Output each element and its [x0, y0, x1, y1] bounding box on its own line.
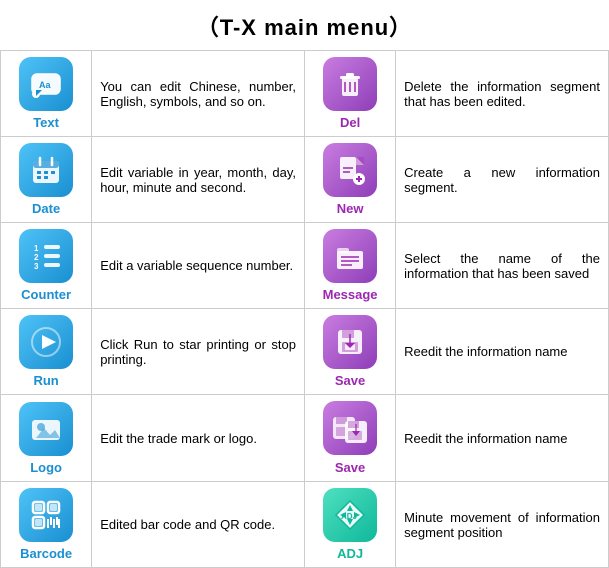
del-label: Del [313, 115, 387, 130]
page-title: （T-X main menu） [0, 0, 609, 50]
save1-icon [323, 315, 377, 369]
message-icon-cell: Message [304, 223, 395, 309]
table-row: Date Edit variable in year, month, day, … [1, 137, 609, 223]
new-icon [323, 143, 377, 197]
svg-text:Aa: Aa [39, 80, 51, 90]
save1-desc: Reedit the information name [396, 309, 609, 395]
save2-icon-cell: Save [304, 395, 395, 482]
save2-desc: Reedit the information name [396, 395, 609, 482]
counter-label: Counter [9, 287, 83, 302]
date-desc: Edit variable in year, month, day, hour,… [92, 137, 305, 223]
message-label: Message [313, 287, 387, 302]
adj-desc: Minute movement of information segment p… [396, 482, 609, 568]
run-icon-cell: Run [1, 309, 92, 395]
save2-icon [323, 401, 377, 455]
save2-label: Save [313, 460, 387, 475]
new-desc: Create a new information segment. [396, 137, 609, 223]
save1-icon-cell: Save [304, 309, 395, 395]
barcode-desc: Edited bar code and QR code. [92, 482, 305, 568]
run-icon [19, 315, 73, 369]
barcode-icon-cell: Barcode [1, 482, 92, 568]
main-grid: Aa Text You can edit Chinese, number, En… [0, 50, 609, 568]
table-row: Barcode Edited bar code and QR code. ADJ… [1, 482, 609, 568]
svg-text:1: 1 [34, 244, 39, 253]
text-icon-cell: Aa Text [1, 51, 92, 137]
text-desc: You can edit Chinese, number, English, s… [92, 51, 305, 137]
counter-icon-cell: 1 2 3 Counter [1, 223, 92, 309]
new-icon-cell: New [304, 137, 395, 223]
run-label: Run [9, 373, 83, 388]
text-label: Text [9, 115, 83, 130]
svg-text:3: 3 [34, 262, 39, 271]
table-row: Aa Text You can edit Chinese, number, En… [1, 51, 609, 137]
message-desc: Select the name of the information that … [396, 223, 609, 309]
table-row: Logo Edit the trade mark or logo. Save R [1, 395, 609, 482]
barcode-label: Barcode [9, 546, 83, 561]
logo-label: Logo [9, 460, 83, 475]
svg-text:2: 2 [34, 253, 39, 262]
logo-icon-cell: Logo [1, 395, 92, 482]
run-desc: Click Run to star printing or stop print… [92, 309, 305, 395]
message-icon [323, 229, 377, 283]
save1-label: Save [313, 373, 387, 388]
counter-icon: 1 2 3 [19, 229, 73, 283]
logo-desc: Edit the trade mark or logo. [92, 395, 305, 482]
barcode-icon [19, 488, 73, 542]
date-label: Date [9, 201, 83, 216]
counter-desc: Edit a variable sequence number. [92, 223, 305, 309]
del-desc: Delete the information segment that has … [396, 51, 609, 137]
text-icon: Aa [19, 57, 73, 111]
del-icon-cell: Del [304, 51, 395, 137]
adj-label: ADJ [313, 546, 387, 561]
adj-icon-cell: ADJ ADJ [304, 482, 395, 568]
table-row: Run Click Run to star printing or stop p… [1, 309, 609, 395]
adj-icon: ADJ [323, 488, 377, 542]
date-icon [19, 143, 73, 197]
del-icon [323, 57, 377, 111]
date-icon-cell: Date [1, 137, 92, 223]
new-label: New [313, 201, 387, 216]
logo-icon [19, 402, 73, 456]
table-row: 1 2 3 Counter Edit a variable sequence n… [1, 223, 609, 309]
